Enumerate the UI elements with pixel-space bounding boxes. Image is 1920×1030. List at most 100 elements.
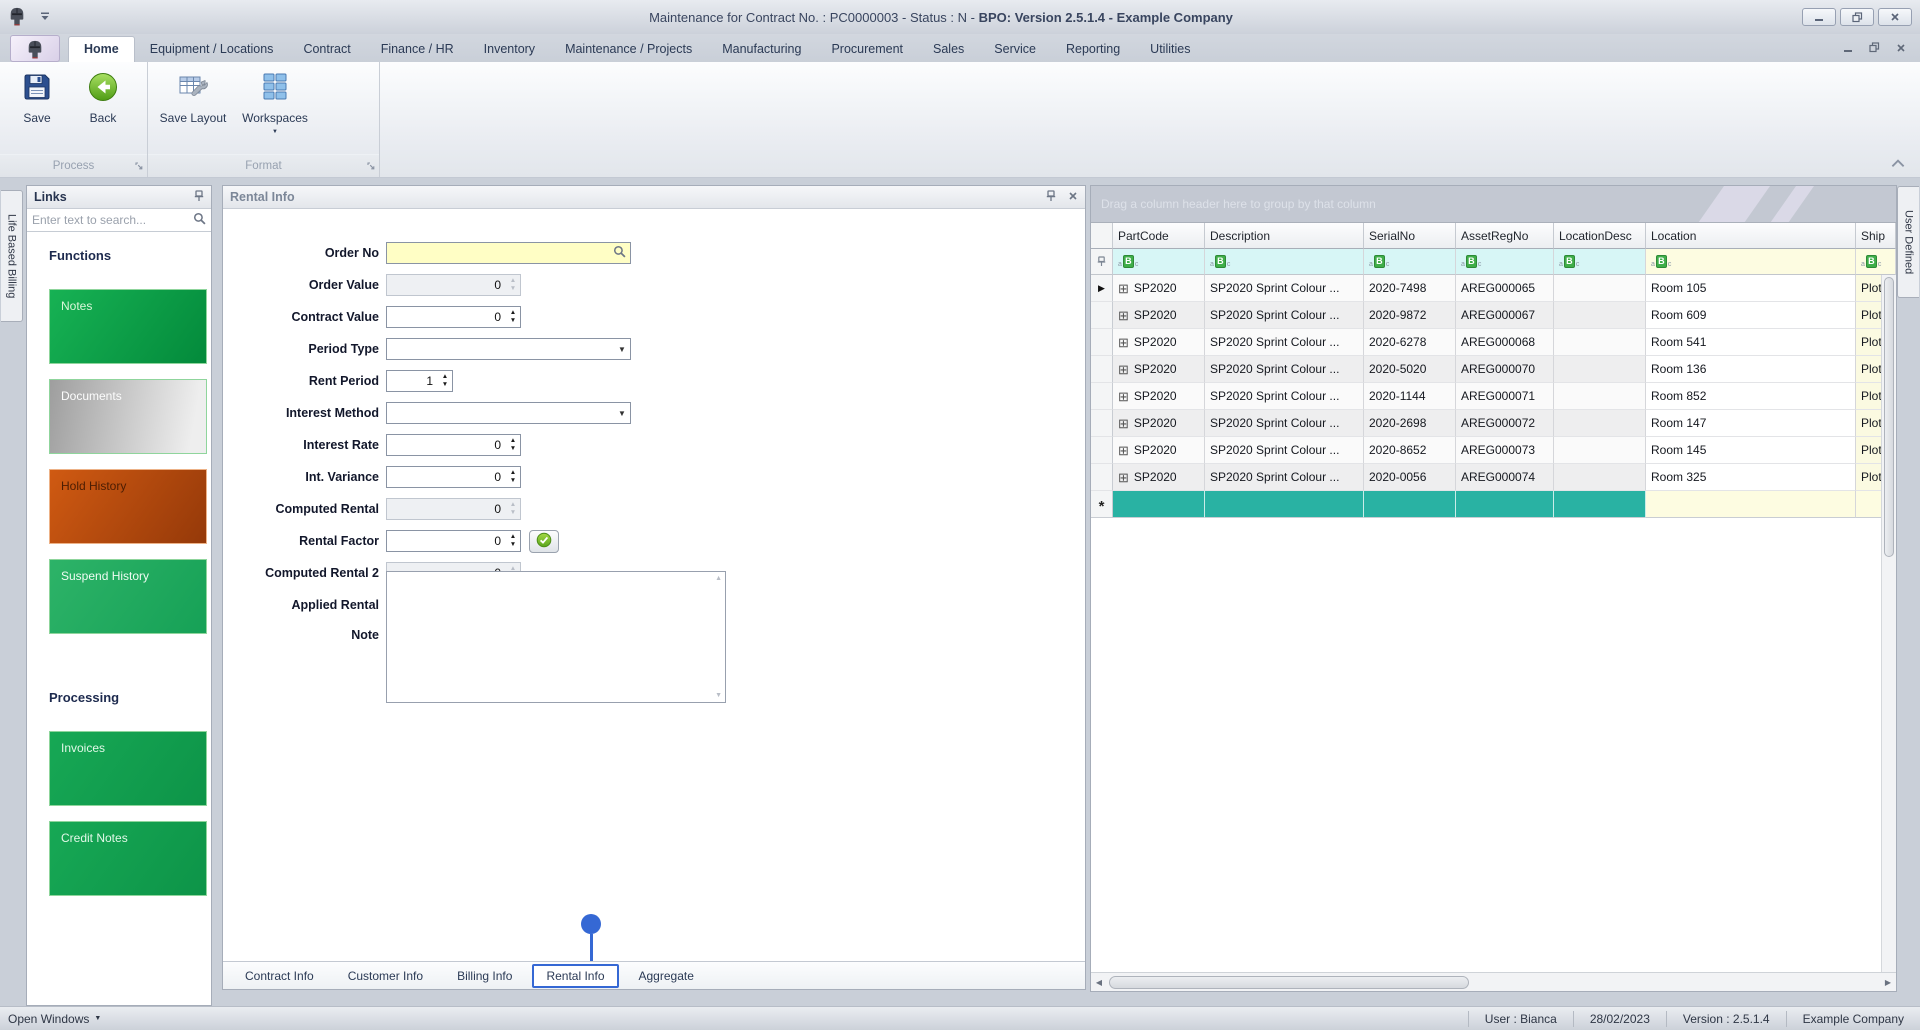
filter-cell-partcode[interactable]: aBc (1113, 249, 1205, 275)
open-windows-button[interactable]: Open Windows ▼ (0, 1012, 101, 1026)
table-row[interactable]: ⊞ SP2020 SP2020 Sprint Colour ... 2020-1144… (1091, 383, 1896, 410)
grid-horizontal-scrollbar[interactable]: ◀ ▶ (1091, 972, 1896, 991)
cell-loc[interactable]: Room 852 (1646, 383, 1856, 410)
chevron-down-icon[interactable]: ▼ (614, 345, 630, 354)
scroll-right-icon[interactable]: ▶ (1880, 978, 1896, 987)
cell-loc[interactable]: Room 325 (1646, 464, 1856, 491)
dropdown-interest-method[interactable]: ▼ (386, 402, 631, 424)
link-button-notes[interactable]: Notes (49, 289, 207, 364)
int-variance-input[interactable] (387, 470, 505, 484)
link-button-credit-notes[interactable]: Credit Notes (49, 821, 207, 896)
spin-up-icon[interactable]: ▲ (442, 373, 448, 381)
expand-row-icon[interactable]: ⊞ (1118, 471, 1129, 484)
note-scroll-up-icon[interactable]: ▲ (715, 575, 722, 582)
expand-row-icon[interactable]: ⊞ (1118, 363, 1129, 376)
v-scrollbar-thumb[interactable] (1883, 277, 1894, 557)
spin-down-icon[interactable]: ▼ (510, 445, 516, 453)
cell-loc[interactable]: Room 105 (1646, 275, 1856, 302)
cell-desc[interactable]: SP2020 Sprint Colour ... (1205, 437, 1364, 464)
rental-close-icon[interactable] (1068, 190, 1078, 204)
bottom-tab-rental-info[interactable]: Rental Info (532, 963, 619, 988)
cell-desc[interactable]: SP2020 Sprint Colour ... (1205, 356, 1364, 383)
spinner-int-variance[interactable]: ▲▼ (386, 466, 521, 488)
cell-serial[interactable]: 2020-0056 (1364, 464, 1456, 491)
cell-serial[interactable]: 2020-5020 (1364, 356, 1456, 383)
cell-locdesc[interactable] (1554, 383, 1646, 410)
rental-pin-icon[interactable] (1046, 189, 1056, 205)
collapse-ribbon-chevron-icon[interactable] (1890, 157, 1906, 171)
cell-loc[interactable]: Room 541 (1646, 329, 1856, 356)
cell-desc[interactable]: SP2020 Sprint Colour ... (1205, 302, 1364, 329)
new-row-cell-serial[interactable] (1364, 491, 1456, 518)
expand-row-icon[interactable]: ⊞ (1118, 309, 1129, 322)
table-row[interactable]: ⊞ SP2020 SP2020 Sprint Colour ... 2020-6278… (1091, 329, 1896, 356)
note-textarea[interactable] (387, 572, 725, 702)
spin-down-icon[interactable]: ▼ (442, 381, 448, 389)
ribbon-tab-utilities[interactable]: Utilities (1135, 37, 1205, 62)
cell-loc[interactable]: Room 147 (1646, 410, 1856, 437)
chevron-down-icon[interactable]: ▼ (614, 409, 630, 418)
filter-cell-ship[interactable]: aBc (1856, 249, 1896, 275)
apply-rental-factor-button[interactable] (529, 529, 559, 553)
save-button[interactable]: Save (6, 68, 68, 125)
rent-period-input[interactable] (387, 374, 437, 388)
workspaces-button[interactable]: Workspaces ▼ (236, 68, 314, 135)
cell-part[interactable]: ⊞ SP2020 (1113, 410, 1205, 437)
order-no-input[interactable] (387, 246, 613, 260)
cell-serial[interactable]: 2020-6278 (1364, 329, 1456, 356)
column-header-locationdesc[interactable]: LocationDesc (1554, 223, 1646, 249)
cell-asset[interactable]: AREG000074 (1456, 464, 1554, 491)
cell-desc[interactable]: SP2020 Sprint Colour ... (1205, 329, 1364, 356)
expand-row-icon[interactable]: ⊞ (1118, 390, 1129, 403)
ribbon-tab-maintenance-projects[interactable]: Maintenance / Projects (550, 37, 707, 62)
column-header-location[interactable]: Location (1646, 223, 1856, 249)
ribbon-tab-service[interactable]: Service (979, 37, 1051, 62)
spin-up-icon[interactable]: ▲ (510, 501, 516, 509)
dropdown-period-type[interactable]: ▼ (386, 338, 631, 360)
cell-loc[interactable]: Room 136 (1646, 356, 1856, 383)
filter-cell-description[interactable]: aBc (1205, 249, 1364, 275)
restore-button[interactable] (1840, 8, 1874, 26)
cell-asset[interactable]: AREG000073 (1456, 437, 1554, 464)
workspaces-dropdown-icon[interactable]: ▼ (272, 129, 278, 135)
bottom-tab-billing-info[interactable]: Billing Info (443, 964, 526, 988)
minimize-button[interactable] (1802, 8, 1836, 26)
interest-rate-input[interactable] (387, 438, 505, 452)
column-header-ship[interactable]: Ship (1856, 223, 1896, 249)
expand-row-icon[interactable]: ⊞ (1118, 444, 1129, 457)
new-row-cell-desc[interactable] (1205, 491, 1364, 518)
cell-part[interactable]: ⊞ SP2020 (1113, 356, 1205, 383)
cell-serial[interactable]: 2020-8652 (1364, 437, 1456, 464)
links-search-input[interactable] (27, 209, 193, 231)
mdi-minimize-icon[interactable] (1843, 42, 1853, 56)
cell-asset[interactable]: AREG000065 (1456, 275, 1554, 302)
spin-up-icon[interactable]: ▲ (510, 277, 516, 285)
cell-locdesc[interactable] (1554, 302, 1646, 329)
cell-desc[interactable]: SP2020 Sprint Colour ... (1205, 464, 1364, 491)
table-row[interactable]: ⊞ SP2020 SP2020 Sprint Colour ... 2020-0056… (1091, 464, 1896, 491)
link-button-invoices[interactable]: Invoices (49, 731, 207, 806)
filter-cell-assetregno[interactable]: aBc (1456, 249, 1554, 275)
filter-cell-location[interactable]: aBc (1646, 249, 1856, 275)
close-button[interactable] (1878, 8, 1912, 26)
cell-part[interactable]: ⊞ SP2020 (1113, 302, 1205, 329)
ribbon-tab-contract[interactable]: Contract (288, 37, 365, 62)
mdi-restore-icon[interactable] (1869, 42, 1880, 56)
qat-customize-dropdown-icon[interactable] (40, 10, 50, 24)
scroll-left-icon[interactable]: ◀ (1091, 978, 1107, 987)
cell-asset[interactable]: AREG000067 (1456, 302, 1554, 329)
filter-cell-serialno[interactable]: aBc (1364, 249, 1456, 275)
link-button-suspend-history[interactable]: Suspend History (49, 559, 207, 634)
cell-locdesc[interactable] (1554, 275, 1646, 302)
column-header-description[interactable]: Description (1205, 223, 1364, 249)
spin-up-icon[interactable]: ▲ (510, 469, 516, 477)
cell-loc[interactable]: Room 609 (1646, 302, 1856, 329)
new-row-cell-part[interactable] (1113, 491, 1205, 518)
search-icon[interactable] (193, 212, 206, 228)
spinner-rent-period[interactable]: ▲▼ (386, 370, 453, 392)
ribbon-tab-home[interactable]: Home (68, 36, 135, 62)
h-scrollbar-thumb[interactable] (1109, 975, 1469, 989)
cell-asset[interactable]: AREG000072 (1456, 410, 1554, 437)
link-button-documents[interactable]: Documents (49, 379, 207, 454)
ribbon-tab-finance-hr[interactable]: Finance / HR (366, 37, 469, 62)
